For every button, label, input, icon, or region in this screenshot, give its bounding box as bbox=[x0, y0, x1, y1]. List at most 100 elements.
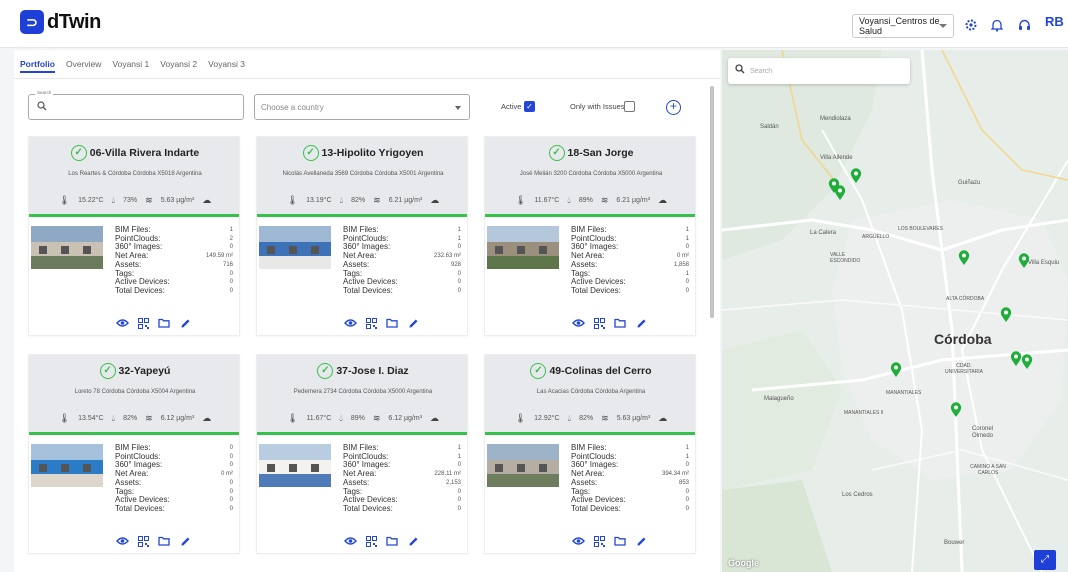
qr-icon[interactable] bbox=[592, 316, 606, 330]
edit-icon[interactable] bbox=[406, 534, 420, 548]
card-title[interactable]: 18-San Jorge bbox=[568, 147, 634, 159]
map-label: MANANTIALES II bbox=[844, 410, 884, 416]
folder-icon[interactable] bbox=[385, 316, 399, 330]
thermometer-icon: 🌡︎ bbox=[514, 413, 527, 423]
bell-icon[interactable] bbox=[988, 16, 1006, 34]
map-pin-icon[interactable] bbox=[958, 250, 970, 266]
folder-icon[interactable] bbox=[613, 534, 627, 548]
edit-icon[interactable] bbox=[634, 316, 648, 330]
map-pin-icon[interactable] bbox=[890, 362, 902, 378]
stat-value: 394.34 m² bbox=[661, 471, 689, 478]
qr-icon[interactable] bbox=[364, 316, 378, 330]
eye-icon[interactable] bbox=[343, 316, 357, 330]
eye-icon[interactable] bbox=[343, 534, 357, 548]
temperature-value: 15.22°C bbox=[78, 197, 104, 204]
stat-label: Total Devices: bbox=[571, 285, 621, 295]
card-stats: BIM Files: 1 PointClouds: 2 360° Images: 0 Net… bbox=[115, 225, 233, 296]
active-filter-label: Active bbox=[501, 102, 522, 111]
tab-voyansi-1[interactable]: Voyansi 1 bbox=[112, 56, 149, 80]
folder-icon[interactable] bbox=[157, 316, 171, 330]
humidity-icon: 💧︎ bbox=[339, 413, 343, 423]
temperature-value: 13.19°C bbox=[306, 197, 332, 204]
qr-icon[interactable] bbox=[136, 316, 150, 330]
chevron-down-icon bbox=[455, 106, 461, 110]
country-select[interactable]: Choose a country bbox=[254, 94, 470, 120]
card-title[interactable]: 32-Yapeyú bbox=[119, 365, 171, 377]
map-pin-icon[interactable] bbox=[834, 185, 846, 201]
eye-icon[interactable] bbox=[571, 534, 585, 548]
card-body: BIM Files: 1 PointClouds: 1 360° Images: 0 Net… bbox=[485, 220, 697, 336]
user-avatar[interactable]: RB bbox=[1045, 14, 1064, 29]
map-pin-icon[interactable] bbox=[1000, 307, 1012, 323]
building-card[interactable]: ✓ 37-Jose I. Diaz Pedernera 2734 Córdoba… bbox=[256, 354, 468, 554]
headset-icon[interactable] bbox=[1015, 16, 1033, 34]
building-card[interactable]: ✓ 13-Hipolito Yrigoyen Nicolás Avellaned… bbox=[256, 136, 468, 336]
qr-icon[interactable] bbox=[136, 534, 150, 548]
tab-voyansi-2[interactable]: Voyansi 2 bbox=[160, 56, 197, 80]
stat-value: 1 bbox=[457, 235, 461, 242]
map-pin-icon[interactable] bbox=[950, 402, 962, 418]
eye-icon[interactable] bbox=[571, 316, 585, 330]
humidity-value: 73% bbox=[123, 197, 138, 204]
map-label: CDAD. UNIVERSITARIA bbox=[945, 363, 983, 375]
map-view[interactable]: Search Saldán Mendiolaza Villa Allende G… bbox=[722, 50, 1068, 572]
card-title[interactable]: 37-Jose I. Diaz bbox=[336, 365, 408, 377]
pm-value: 6.21 µg/m³ bbox=[616, 197, 651, 204]
chevron-down-icon bbox=[939, 24, 947, 28]
folder-icon[interactable] bbox=[613, 316, 627, 330]
stat-value: 0 bbox=[457, 488, 461, 495]
add-building-button[interactable]: + bbox=[666, 100, 681, 115]
settings-icon[interactable] bbox=[962, 16, 980, 34]
eye-icon[interactable] bbox=[115, 534, 129, 548]
building-card[interactable]: ✓ 18-San Jorge José Melián 3200 Córdoba … bbox=[484, 136, 696, 336]
stat-value: 853 bbox=[678, 479, 689, 486]
card-header: ✓ 49-Colinas del Cerro Las Acacias Córdo… bbox=[485, 355, 695, 435]
edit-icon[interactable] bbox=[178, 534, 192, 548]
stat-value: 0 m² bbox=[221, 471, 233, 478]
tab-overview[interactable]: Overview bbox=[66, 56, 101, 80]
card-title[interactable]: 13-Hipolito Yrigoyen bbox=[322, 147, 424, 159]
thermometer-icon: 🌡︎ bbox=[286, 413, 299, 423]
stat-value: 716 bbox=[222, 261, 233, 268]
tab-voyansi-3[interactable]: Voyansi 3 bbox=[208, 56, 245, 80]
map-pin-icon[interactable] bbox=[1021, 354, 1033, 370]
edit-icon[interactable] bbox=[178, 316, 192, 330]
building-card[interactable]: ✓ 32-Yapeyú Loreto 78 Córdoba Córdoba X5… bbox=[28, 354, 240, 554]
stat-value: 1 bbox=[457, 453, 461, 460]
fullscreen-button[interactable]: ⤢ bbox=[1034, 550, 1056, 570]
organization-select[interactable]: Voyansi_Centros de Salud bbox=[852, 14, 954, 38]
qr-icon[interactable] bbox=[592, 534, 606, 548]
search-icon bbox=[735, 64, 745, 77]
edit-icon[interactable] bbox=[406, 316, 420, 330]
folder-icon[interactable] bbox=[385, 534, 399, 548]
humidity-icon: 💧︎ bbox=[111, 195, 116, 205]
stat-value: 149.59 m² bbox=[205, 253, 233, 260]
stat-value: 0 bbox=[229, 462, 233, 469]
country-select-placeholder: Choose a country bbox=[261, 102, 324, 112]
building-card[interactable]: ✓ 49-Colinas del Cerro Las Acacias Córdo… bbox=[484, 354, 696, 554]
folder-icon[interactable] bbox=[157, 534, 171, 548]
temperature-value: 11.67°C bbox=[534, 197, 560, 204]
card-title[interactable]: 06-Villa Rivera Indarte bbox=[90, 147, 200, 159]
tabs-divider bbox=[14, 78, 720, 79]
search-input[interactable]: Search bbox=[28, 90, 244, 120]
active-filter-checkbox[interactable]: ✓ bbox=[524, 101, 535, 112]
environment-readings: 🌡︎ 11.67°C 💧︎ 89% ≋ 6.12 µg/m³ ☁︎ bbox=[257, 413, 469, 424]
building-card[interactable]: ✓ 06-Villa Rivera Indarte Los Reartes & … bbox=[28, 136, 240, 336]
eye-icon[interactable] bbox=[115, 316, 129, 330]
tab-portfolio[interactable]: Portfolio bbox=[20, 56, 55, 73]
qr-icon[interactable] bbox=[364, 534, 378, 548]
card-title-row: ✓ 06-Villa Rivera Indarte bbox=[29, 145, 241, 161]
app-logo[interactable]: ⊃ dTwin bbox=[20, 10, 101, 34]
stat-value: 0 bbox=[229, 488, 233, 495]
map-search-placeholder: Search bbox=[750, 67, 773, 75]
scrollbar-thumb[interactable] bbox=[710, 86, 714, 318]
issues-filter-checkbox[interactable] bbox=[624, 101, 635, 112]
thermometer-icon: 🌡︎ bbox=[58, 195, 71, 205]
card-title[interactable]: 49-Colinas del Cerro bbox=[549, 365, 651, 377]
map-search-input[interactable]: Search bbox=[728, 58, 910, 84]
map-pin-icon[interactable] bbox=[1018, 253, 1030, 269]
map-pin-icon[interactable] bbox=[850, 168, 862, 184]
edit-icon[interactable] bbox=[634, 534, 648, 548]
stat-value: 0 bbox=[685, 244, 689, 251]
